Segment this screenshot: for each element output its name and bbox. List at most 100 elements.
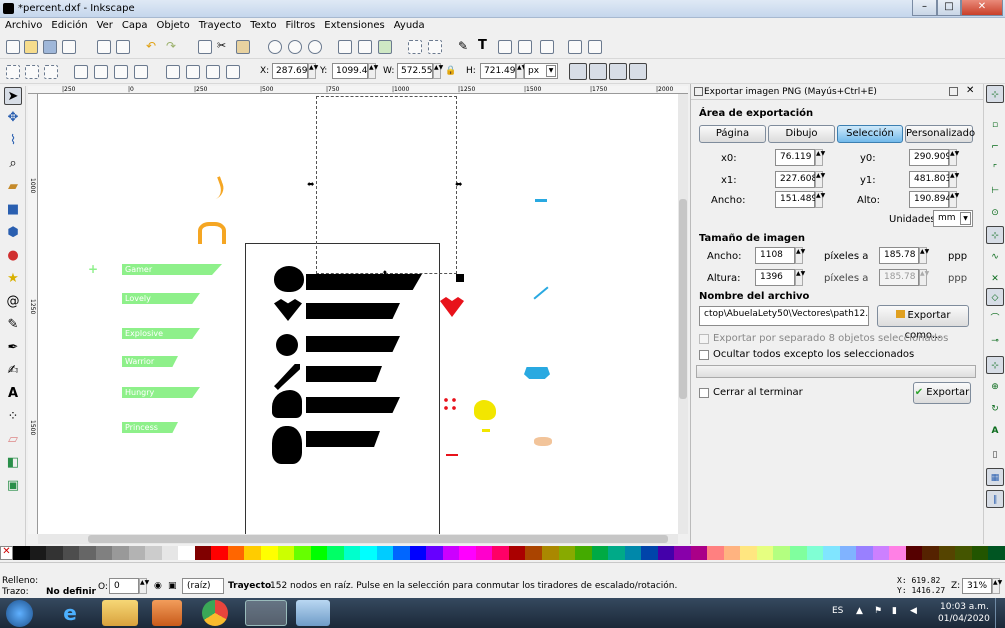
maximize-button[interactable]: □ xyxy=(937,0,961,16)
color-swatch[interactable] xyxy=(294,546,311,560)
color-swatch[interactable] xyxy=(641,546,658,560)
x1-field[interactable]: 227.608 xyxy=(775,171,817,188)
y-field[interactable]: 1099.49 xyxy=(332,63,373,79)
color-swatch[interactable] xyxy=(922,546,939,560)
duplicate-icon[interactable] xyxy=(338,40,352,54)
resize-handle[interactable] xyxy=(456,274,464,282)
lower-icon[interactable] xyxy=(206,65,220,79)
measure-tool-icon[interactable]: ▰ xyxy=(4,178,22,196)
x-field[interactable]: 287.693 xyxy=(272,63,313,79)
color-swatch[interactable] xyxy=(426,546,443,560)
rotate-cw-icon[interactable] xyxy=(94,65,108,79)
color-swatch[interactable] xyxy=(723,546,741,560)
x0-field[interactable]: 76.119 xyxy=(775,149,815,166)
color-swatch[interactable] xyxy=(442,546,460,560)
resize-handle[interactable]: ⬌ xyxy=(455,181,465,190)
gradient-tool-icon[interactable]: ▣ xyxy=(4,477,22,495)
color-swatch[interactable] xyxy=(62,546,80,560)
ie-icon[interactable]: e xyxy=(50,600,90,626)
ungroup-icon[interactable] xyxy=(428,40,442,54)
color-swatch[interactable] xyxy=(789,546,807,560)
dock-icon[interactable] xyxy=(949,87,958,96)
network-icon[interactable]: ▮ xyxy=(892,606,897,616)
x0-spinner[interactable]: ▲▼ xyxy=(815,149,825,166)
color-swatch[interactable] xyxy=(409,546,427,560)
export-as-button[interactable]: Exportar como... xyxy=(877,305,969,341)
tweak-tool-icon[interactable]: ⌇ xyxy=(4,132,22,150)
raise-icon[interactable] xyxy=(186,65,200,79)
menu-objeto[interactable]: Objeto xyxy=(152,18,194,31)
snap-cusp-nodes-icon[interactable]: ◇ xyxy=(986,288,1004,306)
move-gradients-icon[interactable] xyxy=(609,63,627,80)
color-swatch[interactable] xyxy=(773,546,790,560)
inkscape-taskbar-icon[interactable] xyxy=(245,600,287,626)
spiral-tool-icon[interactable]: @ xyxy=(4,293,22,311)
color-swatch[interactable] xyxy=(244,546,261,560)
area-custom-button[interactable]: Personalizado xyxy=(905,125,975,143)
y0-field[interactable]: 290.909 xyxy=(909,149,951,166)
color-swatch[interactable] xyxy=(508,546,526,560)
filename-field[interactable]: ctop\AbuelaLety50\Vectores\path12.png xyxy=(699,306,869,326)
bucket-tool-icon[interactable]: ◧ xyxy=(4,454,22,472)
snap-bbox-icon[interactable]: ▫ xyxy=(986,116,1004,134)
menu-archivo[interactable]: Archivo xyxy=(0,18,46,31)
opacity-field[interactable]: 0 xyxy=(109,578,139,594)
color-swatch[interactable] xyxy=(542,546,559,560)
import-icon[interactable] xyxy=(97,40,111,54)
color-swatch[interactable] xyxy=(95,546,113,560)
copy-icon[interactable] xyxy=(198,40,212,54)
horizontal-scrollbar[interactable] xyxy=(38,534,678,544)
snap-bbox-center-icon[interactable]: ⊙ xyxy=(986,204,1004,222)
lower-to-bottom-icon[interactable] xyxy=(226,65,240,79)
snap-midpoints-icon[interactable]: ⊸ xyxy=(986,332,1004,350)
color-swatch[interactable] xyxy=(79,546,96,560)
height-field[interactable]: 190.894 xyxy=(909,191,951,208)
show-desktop-button[interactable] xyxy=(995,598,1005,628)
scroll-thumb[interactable] xyxy=(679,199,687,399)
new-document-icon[interactable] xyxy=(6,40,20,54)
text-font-icon[interactable]: T xyxy=(478,39,492,54)
paint-icon[interactable] xyxy=(296,600,330,626)
3d-box-tool-icon[interactable]: ⬢ xyxy=(4,224,22,242)
snap-bbox-edge-icon[interactable]: ⌐ xyxy=(986,138,1004,156)
img-height-field[interactable]: 1396 xyxy=(755,269,795,286)
dpi-x-field[interactable]: 185.78 xyxy=(879,247,919,264)
paste-icon[interactable] xyxy=(236,40,250,54)
select-all-icon[interactable] xyxy=(6,65,20,79)
drawing-canvas[interactable]: ⬌ ⬌ ⬍ + Gamer Lovely Explosive Warrior xyxy=(38,94,678,538)
rotate-ccw-icon[interactable] xyxy=(74,65,88,79)
zoom-drawing-icon[interactable] xyxy=(288,40,302,54)
scroll-thumb[interactable] xyxy=(88,535,668,543)
selector-tool-icon[interactable]: ➤ xyxy=(4,87,22,105)
area-drawing-button[interactable]: Dibujo xyxy=(768,125,835,143)
h-field[interactable]: 721.491 xyxy=(480,63,521,79)
volume-icon[interactable]: ◀ xyxy=(910,606,917,616)
save-icon[interactable] xyxy=(43,40,57,54)
node-tool-icon[interactable]: ✥ xyxy=(4,109,22,127)
snap-rotation-center-icon[interactable]: ↻ xyxy=(986,400,1004,418)
snap-toggle-icon[interactable]: ⊹ xyxy=(986,85,1004,103)
y1-field[interactable]: 481.803 xyxy=(909,171,951,188)
vertical-scrollbar[interactable] xyxy=(678,94,688,534)
color-swatch[interactable] xyxy=(128,546,146,560)
color-swatch[interactable] xyxy=(872,546,890,560)
opacity-spinner[interactable]: ▲▼ xyxy=(139,578,149,594)
layers-icon[interactable] xyxy=(498,40,512,54)
move-patterns-icon[interactable] xyxy=(629,63,647,80)
color-swatch[interactable] xyxy=(277,546,295,560)
menu-ayuda[interactable]: Ayuda xyxy=(389,18,429,31)
media-player-icon[interactable] xyxy=(152,600,182,626)
spray-tool-icon[interactable]: ⁘ xyxy=(4,408,22,426)
color-swatch[interactable] xyxy=(823,546,840,560)
snap-nodes-icon[interactable]: ⊹ xyxy=(986,226,1004,244)
w-field[interactable]: 572.558 xyxy=(397,63,438,79)
color-swatch[interactable] xyxy=(178,546,195,560)
document-properties-icon[interactable] xyxy=(568,40,582,54)
no-paint-swatch[interactable]: ✕ xyxy=(0,546,13,560)
export-icon[interactable] xyxy=(116,40,130,54)
color-swatch[interactable] xyxy=(112,546,129,560)
raise-to-top-icon[interactable] xyxy=(166,65,180,79)
explorer-icon[interactable] xyxy=(102,600,138,626)
group-icon[interactable] xyxy=(408,40,422,54)
color-swatch[interactable] xyxy=(756,546,774,560)
